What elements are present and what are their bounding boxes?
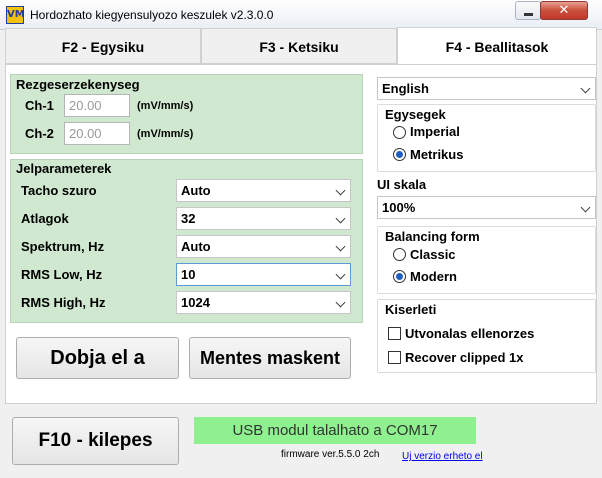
ch2-unit: (mV/mm/s) [137, 128, 194, 140]
save-as-button[interactable]: Mentes maskent [189, 337, 351, 379]
chevron-down-icon [335, 241, 346, 252]
language-select[interactable]: English [377, 77, 596, 100]
modern-radio[interactable] [393, 270, 406, 283]
rms-high-value: 1024 [181, 295, 210, 310]
title-bar: VM Hordozhato kiegyensulyozo keszulek v2… [0, 0, 602, 30]
update-link[interactable]: Uj verzio erheto el [402, 451, 483, 462]
metric-label[interactable]: Metrikus [410, 147, 463, 162]
ch1-unit: (mV/mm/s) [137, 100, 194, 112]
recover-clipped-label[interactable]: Recover clipped 1x [405, 350, 524, 365]
tacho-filter-value: Auto [181, 183, 211, 198]
ch2-sensitivity-input[interactable]: 20.00 [64, 122, 130, 145]
minimize-button[interactable] [515, 1, 541, 20]
sensitivity-title: Rezgeserzekenyseg [16, 77, 140, 92]
firmware-version: firmware ver.5.5.0 2ch [281, 449, 380, 460]
rms-low-value: 10 [181, 267, 196, 282]
balancing-form-title: Balancing form [385, 229, 480, 244]
usb-status: USB modul talalhato a COM17 [194, 417, 476, 444]
tab-bar: F2 - Egysiku F3 - Ketsiku F4 - Beallitas… [5, 27, 597, 65]
spectrum-select[interactable]: Auto [176, 235, 351, 258]
ch2-label: Ch-2 [25, 126, 54, 141]
classic-label[interactable]: Classic [410, 247, 456, 262]
chevron-down-icon [580, 202, 591, 213]
tab-beallitasok[interactable]: F4 - Beallitasok [397, 27, 597, 65]
averages-value: 32 [181, 211, 196, 226]
ui-scale-label: UI skala [377, 177, 427, 192]
chevron-down-icon [580, 83, 591, 94]
route-check-checkbox[interactable] [388, 327, 401, 340]
rms-high-label: RMS High, Hz [21, 295, 106, 310]
recover-clipped-checkbox[interactable] [388, 351, 401, 364]
imperial-radio[interactable] [393, 126, 406, 139]
ui-scale-value: 100% [382, 200, 416, 215]
chevron-down-icon [335, 185, 346, 196]
imperial-label[interactable]: Imperial [410, 124, 460, 139]
tab-ketsiku[interactable]: F3 - Ketsiku [201, 28, 397, 64]
tacho-filter-label: Tacho szuro [21, 183, 97, 198]
window-title: Hordozhato kiegyensulyozo keszulek v2.3.… [30, 8, 274, 22]
experimental-title: Kiserleti [385, 302, 437, 317]
ch1-sensitivity-input[interactable]: 20.00 [64, 94, 130, 117]
language-value: English [382, 81, 429, 96]
tab-egysiku[interactable]: F2 - Egysiku [5, 28, 201, 64]
chevron-down-icon [335, 213, 346, 224]
modern-label[interactable]: Modern [410, 269, 457, 284]
spectrum-label: Spektrum, Hz [21, 239, 105, 254]
rms-low-label: RMS Low, Hz [21, 267, 103, 282]
metric-radio[interactable] [393, 148, 406, 161]
route-check-label[interactable]: Utvonalas ellenorzes [405, 326, 534, 341]
classic-radio[interactable] [393, 248, 406, 261]
app-logo-icon: VM [6, 6, 25, 24]
tacho-filter-select[interactable]: Auto [176, 179, 351, 202]
units-title: Egysegek [385, 107, 446, 122]
signal-params-title: Jelparameterek [16, 161, 112, 176]
reset-button[interactable]: Dobja el a [16, 337, 179, 379]
rms-low-select[interactable]: 10 [176, 263, 351, 286]
averages-label: Atlagok [21, 211, 69, 226]
spectrum-value: Auto [181, 239, 211, 254]
exit-button[interactable]: F10 - kilepes [12, 417, 179, 465]
chevron-down-icon [335, 269, 346, 280]
chevron-down-icon [335, 297, 346, 308]
averages-select[interactable]: 32 [176, 207, 351, 230]
rms-high-select[interactable]: 1024 [176, 291, 351, 314]
ui-scale-select[interactable]: 100% [377, 196, 596, 219]
ch1-label: Ch-1 [25, 98, 54, 113]
close-button[interactable]: ✕ [540, 1, 588, 20]
